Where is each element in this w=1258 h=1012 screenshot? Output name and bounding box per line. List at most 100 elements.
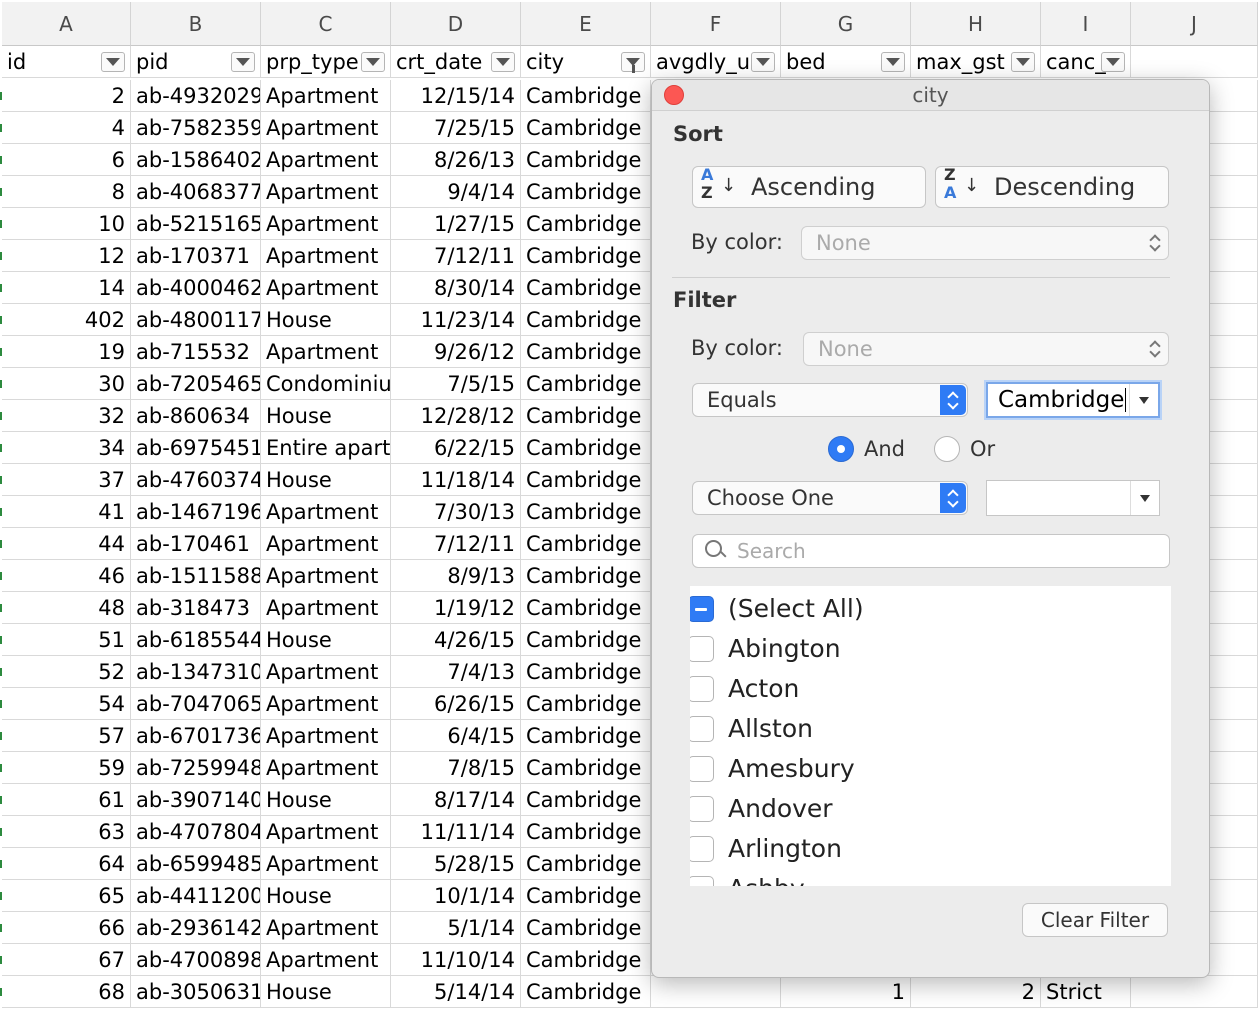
create-date-cell[interactable]: 7/12/11: [391, 528, 521, 560]
property-type-cell[interactable]: House: [261, 464, 391, 496]
id-cell[interactable]: 66: [2, 912, 131, 944]
property-type-cell[interactable]: Apartment: [261, 112, 391, 144]
city-cell[interactable]: Cambridge: [521, 816, 651, 848]
pid-cell[interactable]: ab-1467196: [131, 496, 261, 528]
create-date-cell[interactable]: 12/28/12: [391, 400, 521, 432]
property-type-cell[interactable]: Apartment: [261, 592, 391, 624]
header-cell-canc-[interactable]: canc_: [1041, 46, 1131, 78]
header-cell-bed[interactable]: bed: [781, 46, 911, 78]
list-item[interactable]: Abington: [690, 628, 841, 668]
create-date-cell[interactable]: 1/19/12: [391, 592, 521, 624]
dropdown-icon[interactable]: [1130, 481, 1159, 515]
city-cell[interactable]: Cambridge: [521, 400, 651, 432]
item-checkbox[interactable]: [690, 676, 714, 702]
id-cell[interactable]: 44: [2, 528, 131, 560]
create-date-cell[interactable]: 12/15/14: [391, 80, 521, 112]
value-list[interactable]: (Select All) Abington Acton Allston Amesbury…: [690, 586, 1171, 886]
pid-cell[interactable]: ab-6975451: [131, 432, 261, 464]
create-date-cell[interactable]: 9/4/14: [391, 176, 521, 208]
id-cell[interactable]: 19: [2, 336, 131, 368]
pid-cell[interactable]: ab-6701736: [131, 720, 261, 752]
id-cell[interactable]: 57: [2, 720, 131, 752]
pid-cell[interactable]: ab-715532: [131, 336, 261, 368]
id-cell[interactable]: 10: [2, 208, 131, 240]
condition2-select[interactable]: Choose One: [692, 481, 968, 515]
list-item[interactable]: Andover: [690, 788, 833, 828]
city-cell[interactable]: Cambridge: [521, 80, 651, 112]
city-cell[interactable]: Cambridge: [521, 848, 651, 880]
filter-dropdown-icon[interactable]: [1011, 52, 1035, 72]
id-cell[interactable]: 48: [2, 592, 131, 624]
pid-cell[interactable]: ab-3050631: [131, 976, 261, 1008]
pid-cell[interactable]: ab-4800117: [131, 304, 261, 336]
filter-dropdown-icon[interactable]: [881, 52, 905, 72]
filter-active-icon[interactable]: [621, 52, 645, 73]
pid-cell[interactable]: ab-3907140: [131, 784, 261, 816]
pid-cell[interactable]: ab-7047065: [131, 688, 261, 720]
city-cell[interactable]: Cambridge: [521, 368, 651, 400]
property-type-cell[interactable]: House: [261, 400, 391, 432]
cancellation-cell[interactable]: Strict: [1041, 976, 1131, 1008]
header-cell-id[interactable]: id: [2, 46, 131, 78]
property-type-cell[interactable]: Apartment: [261, 272, 391, 304]
sort-ascending-button[interactable]: A Z ↓ Ascending: [692, 165, 926, 208]
id-cell[interactable]: 4: [2, 112, 131, 144]
select-all-item[interactable]: (Select All): [690, 588, 864, 628]
city-cell[interactable]: Cambridge: [521, 112, 651, 144]
property-type-cell[interactable]: Apartment: [261, 528, 391, 560]
sort-descending-button[interactable]: Z A ↓ Descending: [935, 165, 1169, 208]
city-cell[interactable]: Cambridge: [521, 944, 651, 976]
header-cell-avgdly-u[interactable]: avgdly_u: [651, 46, 781, 78]
item-checkbox[interactable]: [690, 636, 714, 662]
filter-dropdown-icon[interactable]: [1101, 52, 1125, 72]
id-cell[interactable]: 54: [2, 688, 131, 720]
create-date-cell[interactable]: 11/18/14: [391, 464, 521, 496]
create-date-cell[interactable]: 5/14/14: [391, 976, 521, 1008]
create-date-cell[interactable]: 8/30/14: [391, 272, 521, 304]
property-type-cell[interactable]: Apartment: [261, 208, 391, 240]
list-item[interactable]: Arlington: [690, 828, 842, 868]
property-type-cell[interactable]: Apartment: [261, 240, 391, 272]
id-cell[interactable]: 6: [2, 144, 131, 176]
pid-cell[interactable]: ab-170461: [131, 528, 261, 560]
column-header-f[interactable]: F: [651, 2, 781, 46]
pid-cell[interactable]: ab-6185544: [131, 624, 261, 656]
header-cell-max-gst[interactable]: max_gst: [911, 46, 1041, 78]
filter-dropdown-icon[interactable]: [231, 52, 255, 72]
cancellation-partial-cell[interactable]: [1131, 976, 1258, 1008]
clear-filter-button[interactable]: Clear Filter: [1022, 903, 1168, 937]
column-header-h[interactable]: H: [911, 2, 1041, 46]
id-cell[interactable]: 65: [2, 880, 131, 912]
value1-combobox[interactable]: Cambridge: [986, 382, 1160, 418]
property-type-cell[interactable]: Apartment: [261, 816, 391, 848]
dropdown-icon[interactable]: [1129, 384, 1158, 416]
create-date-cell[interactable]: 4/26/15: [391, 624, 521, 656]
max-guests-cell[interactable]: 2: [911, 976, 1041, 1008]
create-date-cell[interactable]: 8/17/14: [391, 784, 521, 816]
id-cell[interactable]: 61: [2, 784, 131, 816]
pid-cell[interactable]: ab-1511588: [131, 560, 261, 592]
city-cell[interactable]: Cambridge: [521, 752, 651, 784]
property-type-cell[interactable]: Apartment: [261, 688, 391, 720]
city-cell[interactable]: Cambridge: [521, 240, 651, 272]
city-cell[interactable]: Cambridge: [521, 784, 651, 816]
create-date-cell[interactable]: 6/22/15: [391, 432, 521, 464]
create-date-cell[interactable]: 1/27/15: [391, 208, 521, 240]
item-checkbox[interactable]: [690, 836, 714, 862]
list-item[interactable]: Amesbury: [690, 748, 855, 788]
property-type-cell[interactable]: House: [261, 880, 391, 912]
select-all-checkbox[interactable]: [690, 596, 714, 622]
pid-cell[interactable]: ab-4760374: [131, 464, 261, 496]
create-date-cell[interactable]: 7/25/15: [391, 112, 521, 144]
header-cell-crt-date[interactable]: crt_date: [391, 46, 521, 78]
create-date-cell[interactable]: 7/8/15: [391, 752, 521, 784]
filter-dropdown-icon[interactable]: [101, 52, 125, 72]
pid-cell[interactable]: ab-4068377: [131, 176, 261, 208]
column-header-b[interactable]: B: [131, 2, 261, 46]
property-type-cell[interactable]: Apartment: [261, 336, 391, 368]
search-input[interactable]: Search: [692, 534, 1170, 568]
property-type-cell[interactable]: House: [261, 624, 391, 656]
city-cell[interactable]: Cambridge: [521, 272, 651, 304]
header-cell-prp-type[interactable]: prp_type: [261, 46, 391, 78]
pid-cell[interactable]: ab-1347310: [131, 656, 261, 688]
